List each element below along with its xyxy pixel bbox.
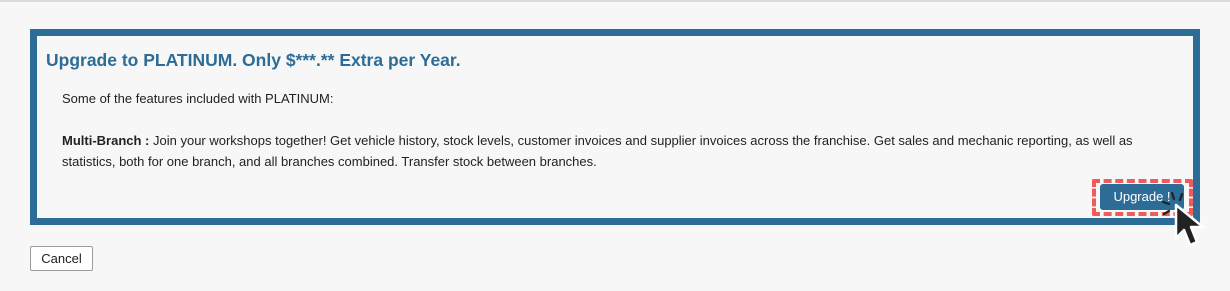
top-divider (0, 0, 1230, 2)
feature-multi-branch: Multi-Branch : Join your workshops toget… (62, 130, 1142, 172)
upgrade-button[interactable]: Upgrade ! (1100, 184, 1184, 210)
feature-description: Join your workshops together! Get vehicl… (62, 133, 1133, 169)
feature-name: Multi-Branch : (62, 133, 150, 148)
upgrade-panel: Upgrade to PLATINUM. Only $***.** Extra … (30, 29, 1200, 225)
cancel-button[interactable]: Cancel (30, 246, 93, 271)
panel-title: Upgrade to PLATINUM. Only $***.** Extra … (46, 50, 461, 70)
features-intro: Some of the features included with PLATI… (62, 91, 334, 106)
